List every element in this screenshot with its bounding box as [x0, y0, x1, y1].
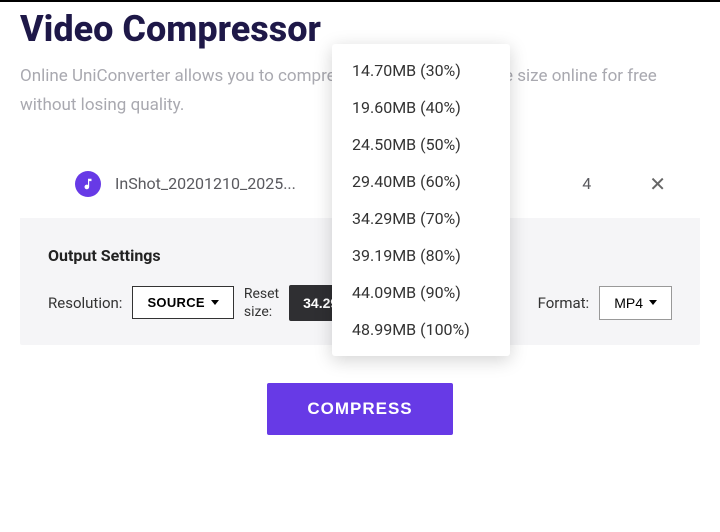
format-value: MP4: [614, 295, 643, 311]
resolution-select[interactable]: SOURCE: [132, 286, 233, 319]
size-dropdown: 14.70MB (30%)19.60MB (40%)24.50MB (50%)2…: [332, 44, 510, 356]
format-label: Format:: [538, 294, 590, 312]
size-option[interactable]: 24.50MB (50%): [332, 126, 510, 163]
size-option[interactable]: 34.29MB (70%): [332, 200, 510, 237]
close-icon[interactable]: ✕: [645, 170, 670, 198]
format-select[interactable]: MP4: [599, 286, 672, 320]
size-option[interactable]: 39.19MB (80%): [332, 237, 510, 274]
reset-line1: Reset: [244, 285, 279, 303]
compress-panel: COMPRESS: [20, 357, 700, 465]
reset-size-label: Reset size:: [244, 285, 279, 321]
size-option[interactable]: 29.40MB (60%): [332, 163, 510, 200]
size-option[interactable]: 14.70MB (30%): [332, 52, 510, 89]
size-option[interactable]: 19.60MB (40%): [332, 89, 510, 126]
size-option[interactable]: 44.09MB (90%): [332, 274, 510, 311]
resolution-value: SOURCE: [147, 295, 204, 310]
resolution-label: Resolution:: [48, 294, 122, 312]
chevron-down-icon: [649, 300, 657, 305]
file-size: 4: [582, 174, 591, 193]
size-option[interactable]: 48.99MB (100%): [332, 311, 510, 348]
music-note-icon: [75, 171, 101, 197]
compress-button[interactable]: COMPRESS: [267, 383, 452, 435]
chevron-down-icon: [211, 300, 219, 305]
reset-line2: size:: [244, 303, 279, 321]
